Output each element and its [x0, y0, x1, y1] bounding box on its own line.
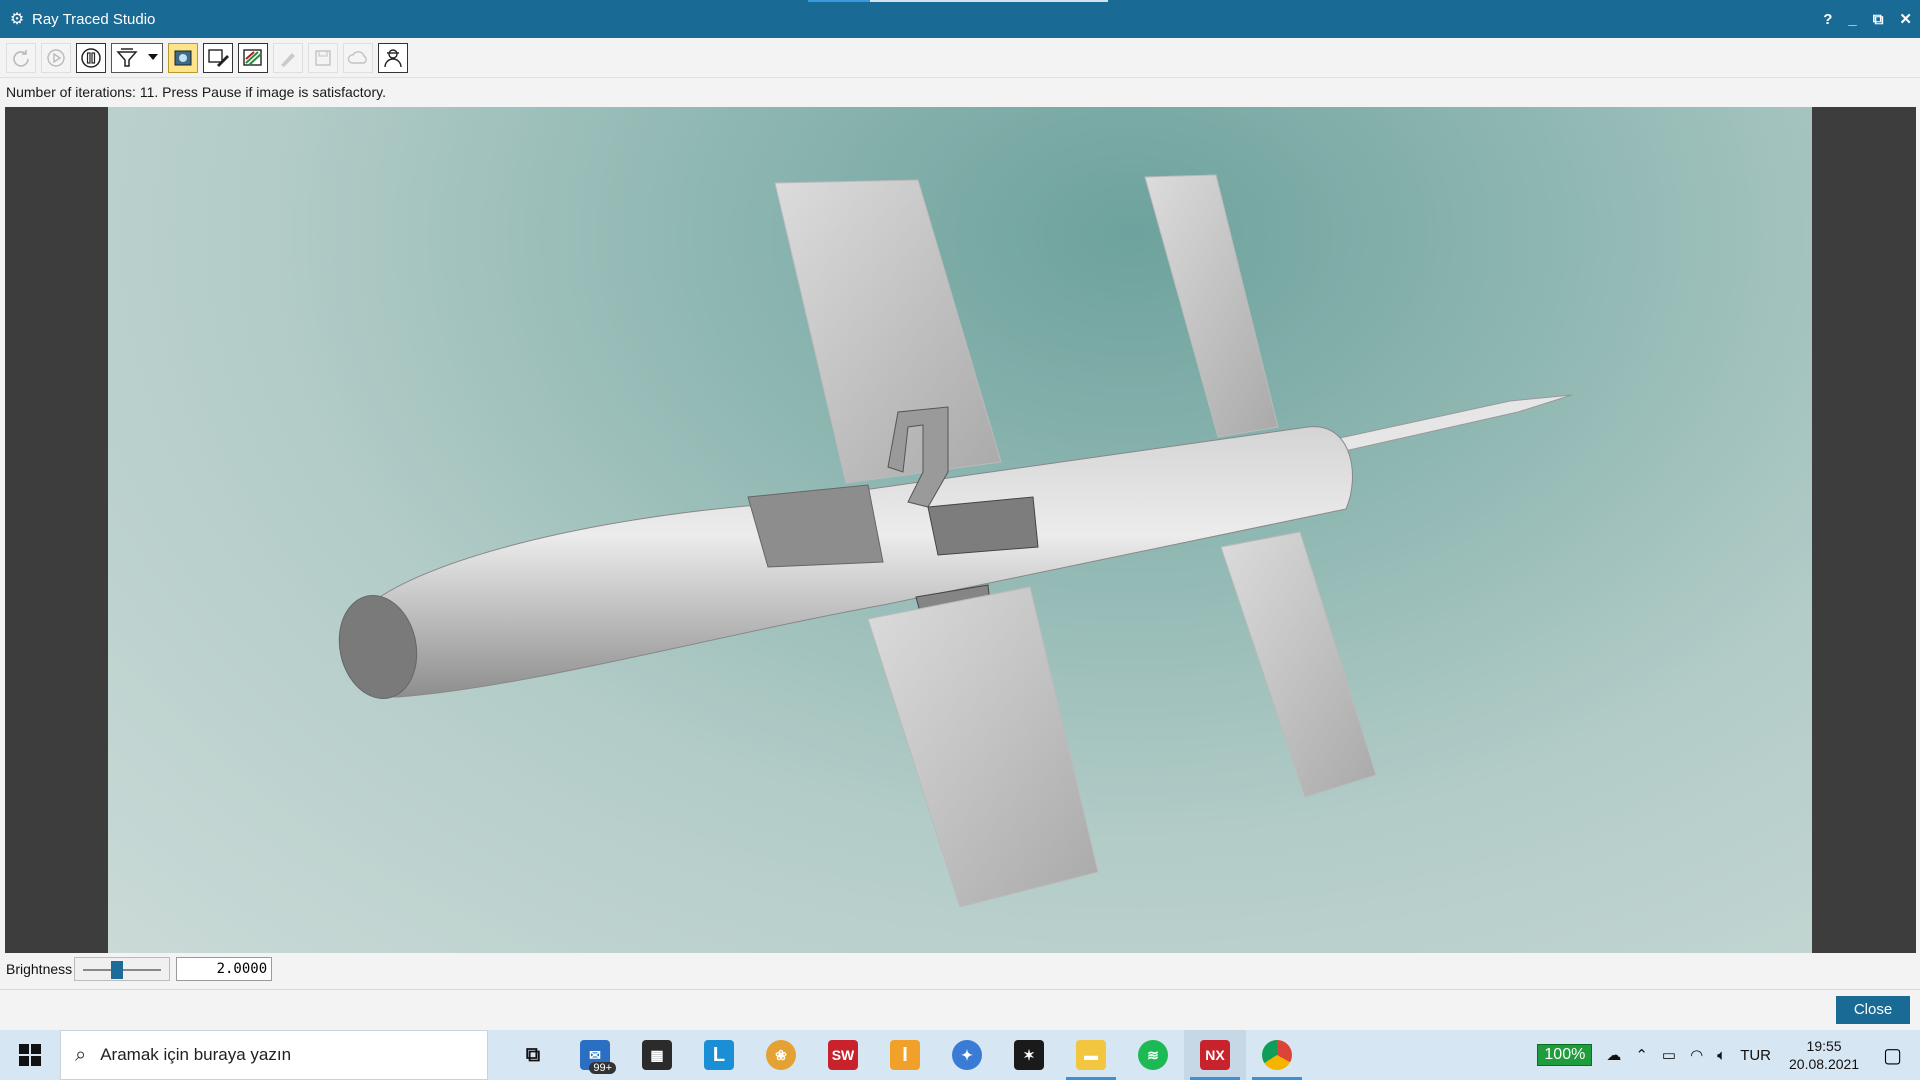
- edit-icon: [208, 48, 229, 67]
- filter-dropdown[interactable]: [111, 42, 163, 73]
- mount-collar: [747, 484, 884, 568]
- render-viewport: [5, 107, 1916, 953]
- iteration-status: Number of iterations: 11. Press Pause if…: [6, 84, 386, 100]
- minimize-button[interactable]: _: [1848, 11, 1856, 28]
- store-icon: ▦: [642, 1040, 672, 1070]
- toolbar: [0, 38, 1920, 78]
- close-window-button[interactable]: ✕: [1899, 10, 1912, 28]
- pause-icon: [81, 47, 101, 68]
- fruit-app[interactable]: ❀: [750, 1030, 812, 1080]
- cloud-icon: [347, 50, 367, 64]
- inventor-icon: I: [890, 1040, 920, 1070]
- title-bar: ⚙ Ray Traced Studio ? _ ⧉ ✕: [0, 0, 1920, 38]
- chrome-icon: [1262, 1040, 1292, 1070]
- cloud-icon[interactable]: ☁: [1606, 1046, 1621, 1064]
- title-progress-strip: [808, 0, 1108, 2]
- bird-icon: ✦: [952, 1040, 982, 1070]
- render-image: [108, 107, 1812, 953]
- divider: [0, 989, 1920, 990]
- cloud-button[interactable]: [343, 42, 373, 73]
- chevron-up-icon[interactable]: ⌃: [1635, 1046, 1648, 1064]
- spotify-icon: ≋: [1138, 1040, 1168, 1070]
- explorer-app[interactable]: ▬: [1060, 1030, 1122, 1080]
- window-title: Ray Traced Studio: [32, 10, 156, 28]
- upper-left-fin: [774, 179, 1002, 484]
- upper-right-fin: [1144, 174, 1279, 438]
- close-button[interactable]: Close: [1836, 996, 1910, 1024]
- system-tray: 100% ☁ ⌃ ▭ ◠ 🔈︎ TUR 19:55 20.08.2021 ▢: [1537, 1030, 1920, 1080]
- taskbar-search[interactable]: ⌕ Aramak için buraya yazın: [60, 1030, 488, 1080]
- task-view-icon: ⧉: [525, 1043, 541, 1066]
- nx-icon: NX: [1200, 1040, 1230, 1070]
- paint-button[interactable]: [273, 42, 303, 73]
- play-icon: [47, 48, 65, 67]
- display-button[interactable]: [168, 42, 198, 73]
- clock[interactable]: 19:55 20.08.2021: [1789, 1037, 1859, 1073]
- dassault-app[interactable]: ✶: [998, 1030, 1060, 1080]
- volume-icon[interactable]: 🔈︎: [1717, 1047, 1726, 1064]
- store-app[interactable]: ▦: [626, 1030, 688, 1080]
- slides-icon: [243, 48, 262, 66]
- start-button[interactable]: [0, 1030, 60, 1080]
- pause-button[interactable]: [76, 42, 106, 73]
- notification-icon[interactable]: ▢: [1883, 1043, 1902, 1068]
- restore-button[interactable]: ⧉: [1873, 11, 1884, 28]
- bird-app[interactable]: ✦: [936, 1030, 998, 1080]
- wifi-icon[interactable]: ◠: [1690, 1046, 1703, 1064]
- taskbar-apps: ⧉ ✉ 99+ ▦ L ❀ SW I ✦ ✶ ▬ ≋ NX: [502, 1030, 1308, 1080]
- slider-thumb[interactable]: [111, 961, 124, 979]
- mail-badge: 99+: [589, 1062, 616, 1074]
- search-icon: ⌕: [75, 1043, 87, 1066]
- mail-app[interactable]: ✉ 99+: [564, 1030, 626, 1080]
- user-icon: [384, 48, 402, 67]
- brightness-value-input[interactable]: 2.0000: [176, 957, 273, 981]
- spotify-app[interactable]: ≋: [1122, 1030, 1184, 1080]
- brightness-label: Brightness: [6, 961, 73, 977]
- folder-icon: ▬: [1076, 1040, 1106, 1070]
- chrome-app[interactable]: [1246, 1030, 1308, 1080]
- clock-time: 19:55: [1806, 1038, 1842, 1054]
- solidworks-icon: SW: [828, 1040, 858, 1070]
- l-app-icon: L: [704, 1040, 734, 1070]
- play-button[interactable]: [41, 42, 71, 73]
- lower-right-fin: [1220, 531, 1377, 798]
- title-progress-accent: [808, 0, 870, 2]
- gear-icon[interactable]: ⚙: [8, 9, 26, 29]
- display-icon: [174, 50, 192, 65]
- edit-button[interactable]: [203, 42, 233, 73]
- chevron-down-icon: [148, 53, 158, 60]
- rendered-model: [338, 174, 1573, 908]
- filter-icon: [116, 47, 138, 67]
- window-controls: ? _ ⧉ ✕: [1823, 0, 1912, 38]
- restart-button[interactable]: [6, 42, 36, 73]
- restart-icon: [13, 49, 29, 67]
- solidworks-app[interactable]: SW: [812, 1030, 874, 1080]
- save-icon: [315, 49, 331, 66]
- brightness-slider[interactable]: [74, 957, 171, 981]
- inventor-app[interactable]: I: [874, 1030, 936, 1080]
- paint-icon: [281, 52, 295, 67]
- windows-icon: [19, 1044, 41, 1066]
- nx-app[interactable]: NX: [1184, 1030, 1246, 1080]
- rail-clamp: [927, 496, 1039, 556]
- user-button[interactable]: [378, 42, 408, 73]
- dassault-icon: ✶: [1014, 1040, 1044, 1070]
- battery-indicator[interactable]: 100%: [1537, 1044, 1593, 1066]
- brightness-bar: Brightness 2.0000: [0, 953, 1920, 985]
- search-placeholder: Aramak için buraya yazın: [100, 1045, 292, 1064]
- language-indicator[interactable]: TUR: [1740, 1047, 1771, 1064]
- l-app[interactable]: L: [688, 1030, 750, 1080]
- lower-left-fin: [867, 586, 1099, 908]
- taskbar: ⌕ Aramak için buraya yazın ⧉ ✉ 99+ ▦ L ❀ …: [0, 1030, 1920, 1080]
- save-button[interactable]: [308, 42, 338, 73]
- slides-button[interactable]: [238, 42, 268, 73]
- battery-icon[interactable]: ▭: [1662, 1046, 1676, 1064]
- task-view-button[interactable]: ⧉: [502, 1030, 564, 1080]
- clock-date: 20.08.2021: [1789, 1056, 1860, 1072]
- help-button[interactable]: ?: [1823, 11, 1832, 28]
- fruit-icon: ❀: [766, 1040, 796, 1070]
